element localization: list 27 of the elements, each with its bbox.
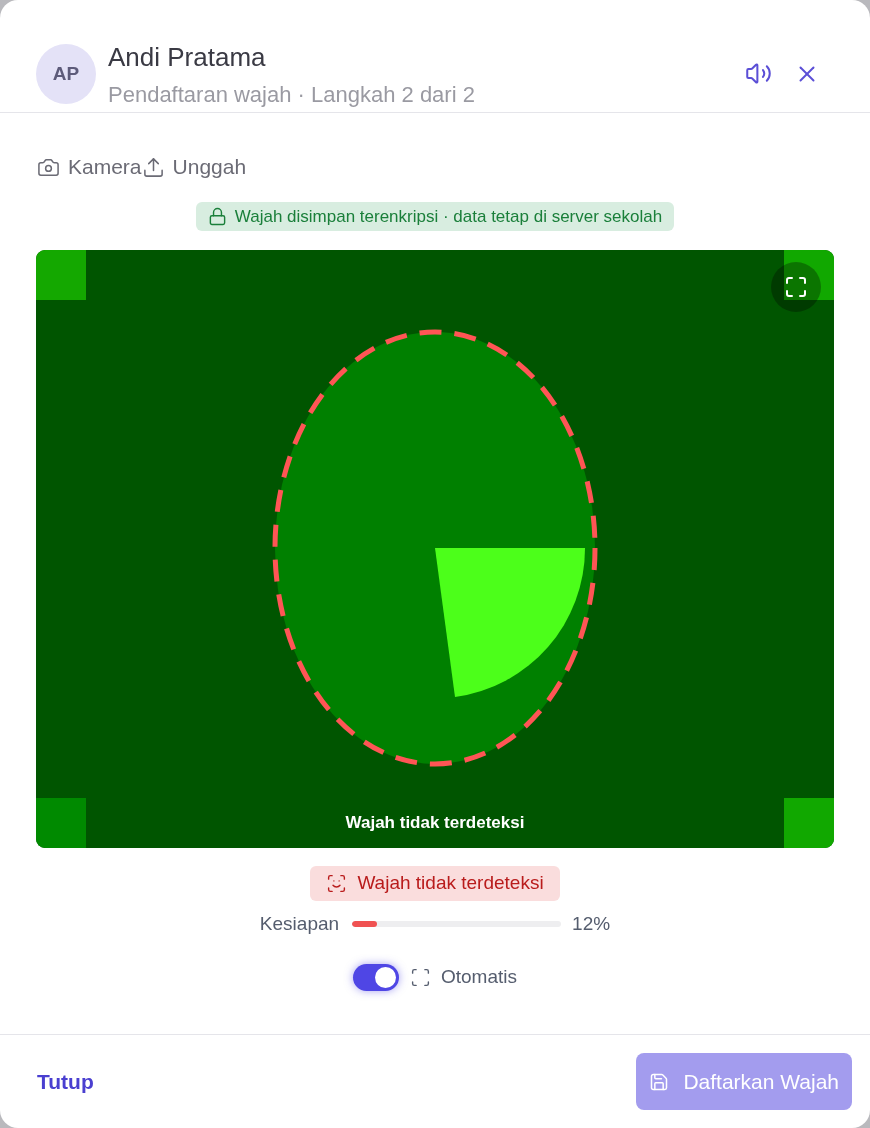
fullscreen-button[interactable]	[771, 262, 821, 312]
toggle-knob	[375, 966, 396, 988]
close-link[interactable]: Tutup	[37, 1065, 94, 1098]
avatar: AP	[36, 44, 96, 104]
mode-tab[interactable]: Kamera	[37, 155, 142, 179]
fullscreen-icon	[784, 275, 808, 299]
step-subtitle: Pendaftaran wajah · Langkah 2 dari 2	[108, 83, 475, 107]
save-icon	[649, 1071, 670, 1092]
readiness-reading: 12%	[572, 911, 611, 936]
privacy-text: Wajah disimpan terenkripsi · data tetap di server sekolah	[234, 205, 663, 228]
speaker-icon	[745, 60, 772, 87]
corner-square	[784, 250, 834, 300]
upload-icon	[141, 155, 165, 179]
auto-toggle[interactable]	[353, 963, 399, 991]
status-text: Wajah tidak terdeteksi	[357, 871, 544, 896]
face-scan-icon	[326, 873, 348, 894]
auto-label: Otomatis	[441, 965, 517, 989]
scan-icon	[410, 966, 431, 988]
mode-tab[interactable]: Unggah	[141, 155, 247, 179]
speaker-button[interactable]	[745, 60, 772, 87]
corner-square	[784, 798, 834, 848]
camera-caption: Wajah tidak terdeteksi	[345, 812, 525, 834]
corner-square	[36, 798, 86, 848]
readiness-label: Kesiapan	[259, 911, 340, 936]
user-name: Andi Pratama	[108, 43, 267, 71]
corner-square	[36, 250, 86, 300]
lock-icon	[207, 207, 227, 226]
